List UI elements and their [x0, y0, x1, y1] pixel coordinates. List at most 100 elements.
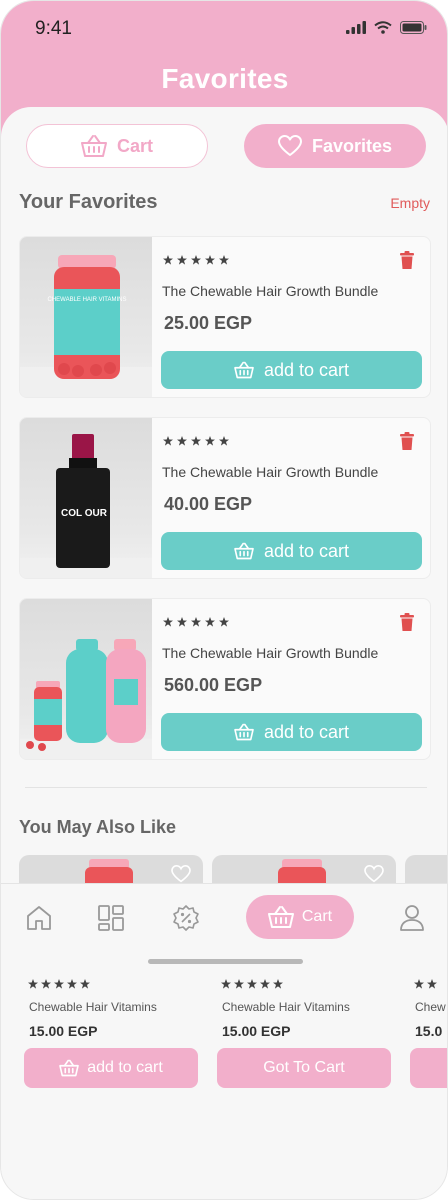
polish-label-text: COL OUR [61, 508, 108, 519]
heart-icon [277, 135, 302, 156]
vitamin-jar-icon: CHEWABLE HAIR VITAMINS [20, 255, 152, 397]
add-to-cart-button[interactable]: add to cart [161, 351, 422, 389]
signal-icon [346, 21, 366, 34]
battery-icon [400, 21, 427, 34]
rating-stars [163, 255, 229, 265]
nav-cart-button[interactable]: Cart [246, 895, 354, 939]
bottom-navbar: Cart [1, 883, 447, 963]
star-icon [163, 436, 173, 446]
recommend-section-title: You May Also Like [19, 817, 177, 837]
add-to-cart-button[interactable] [410, 1048, 447, 1088]
home-icon[interactable] [25, 904, 53, 932]
section-divider [25, 787, 427, 788]
wifi-icon [374, 21, 392, 34]
recommend-price: 15.00 EGP [29, 1023, 98, 1039]
star-icon [177, 255, 187, 265]
star-icon [247, 979, 257, 989]
rating-stars [221, 979, 283, 989]
star-icon [234, 979, 244, 989]
star-icon [219, 436, 229, 446]
recommend-name: Chewable Hair Vitamins [222, 1000, 350, 1014]
recommend-item-3: Chew 15.0 [406, 975, 447, 1095]
star-icon [273, 979, 283, 989]
heart-icon[interactable] [364, 865, 384, 883]
categories-icon[interactable] [97, 904, 125, 932]
go-to-cart-button[interactable]: Got To Cart [217, 1048, 391, 1088]
favorites-section-title: Your Favorites [19, 191, 158, 213]
profile-icon[interactable] [399, 904, 425, 932]
basket-icon [234, 361, 254, 379]
main-content: Cart Favorites Your Favorites Empty CHEW… [1, 107, 447, 1199]
favorites-tab-button[interactable]: Favorites [244, 124, 426, 168]
recommend-item-1: Chewable Hair Vitamins 15.00 EGP add to … [20, 975, 198, 1095]
product-name: The Chewable Hair Growth Bundle [162, 464, 379, 480]
add-to-cart-label: add to cart [263, 540, 350, 561]
favorites-tab-label: Favorites [311, 135, 393, 156]
nail-polish-icon: COL OUR [20, 434, 152, 578]
home-indicator [148, 959, 303, 964]
add-to-cart-button[interactable]: add to cart [161, 532, 422, 570]
hair-bundle-icon [20, 639, 152, 759]
cart-tab-button[interactable]: Cart [26, 124, 208, 168]
phone-screen: 9:41 Favorites Cart Favorites Your Favor… [0, 0, 448, 1200]
rating-stars [163, 617, 229, 627]
heart-icon[interactable] [171, 865, 191, 883]
basket-icon [80, 135, 107, 157]
star-icon [191, 255, 201, 265]
rating-stars [414, 979, 437, 989]
add-to-cart-label: add to cart [263, 359, 350, 380]
product-name: The Chewable Hair Growth Bundle [162, 645, 379, 661]
product-price: 560.00 EGP [164, 675, 263, 695]
star-icon [427, 979, 437, 989]
star-icon [191, 617, 201, 627]
recommend-price: 15.00 EGP [222, 1023, 291, 1039]
product-image: COL OUR [20, 418, 152, 578]
empty-favorites-link[interactable]: Empty [390, 195, 430, 211]
star-icon [177, 617, 187, 627]
add-to-cart-button[interactable]: add to cart [24, 1048, 198, 1088]
product-image: CHEWABLE HAIR VITAMINS [20, 237, 152, 397]
star-icon [205, 617, 215, 627]
star-icon [191, 436, 201, 446]
star-icon [67, 979, 77, 989]
star-icon [28, 979, 38, 989]
basket-icon [59, 1059, 80, 1077]
star-icon [177, 436, 187, 446]
star-icon [260, 979, 270, 989]
basket-icon [234, 542, 254, 560]
favorite-card-2: COL OUR The Chewable Hair Growth Bundle … [19, 417, 431, 579]
status-time: 9:41 [35, 18, 72, 39]
status-bar: 9:41 [1, 1, 447, 57]
add-to-cart-button[interactable]: add to cart [161, 713, 422, 751]
star-icon [80, 979, 90, 989]
trash-icon[interactable] [400, 613, 414, 631]
cart-tab-label: Cart [116, 135, 153, 156]
add-to-cart-label: add to cart [87, 1059, 163, 1076]
product-price: 40.00 EGP [164, 494, 253, 514]
page-title: Favorites [161, 63, 289, 94]
jar-label-text: CHEWABLE HAIR VITAMINS [47, 297, 126, 303]
rating-stars [163, 436, 229, 446]
rating-stars [28, 979, 90, 989]
recommend-name: Chew [415, 1000, 446, 1014]
basket-icon [267, 906, 294, 928]
basket-icon [234, 723, 254, 741]
star-icon [163, 617, 173, 627]
discount-icon[interactable] [172, 904, 200, 932]
status-icons [346, 21, 427, 34]
star-icon [219, 255, 229, 265]
favorite-card-1: CHEWABLE HAIR VITAMINS The Chewable Hair… [19, 236, 431, 398]
star-icon [41, 979, 51, 989]
star-icon [219, 617, 229, 627]
go-to-cart-label: Got To Cart [263, 1059, 345, 1076]
star-icon [414, 979, 424, 989]
trash-icon[interactable] [400, 432, 414, 450]
product-price: 25.00 EGP [164, 313, 253, 333]
trash-icon[interactable] [400, 251, 414, 269]
star-icon [205, 436, 215, 446]
star-icon [221, 979, 231, 989]
favorite-card-3: The Chewable Hair Growth Bundle 560.00 E… [19, 598, 431, 760]
recommend-item-2: Chewable Hair Vitamins 15.00 EGP Got To … [213, 975, 391, 1095]
product-name: The Chewable Hair Growth Bundle [162, 283, 379, 299]
recommend-price: 15.0 [415, 1023, 443, 1039]
